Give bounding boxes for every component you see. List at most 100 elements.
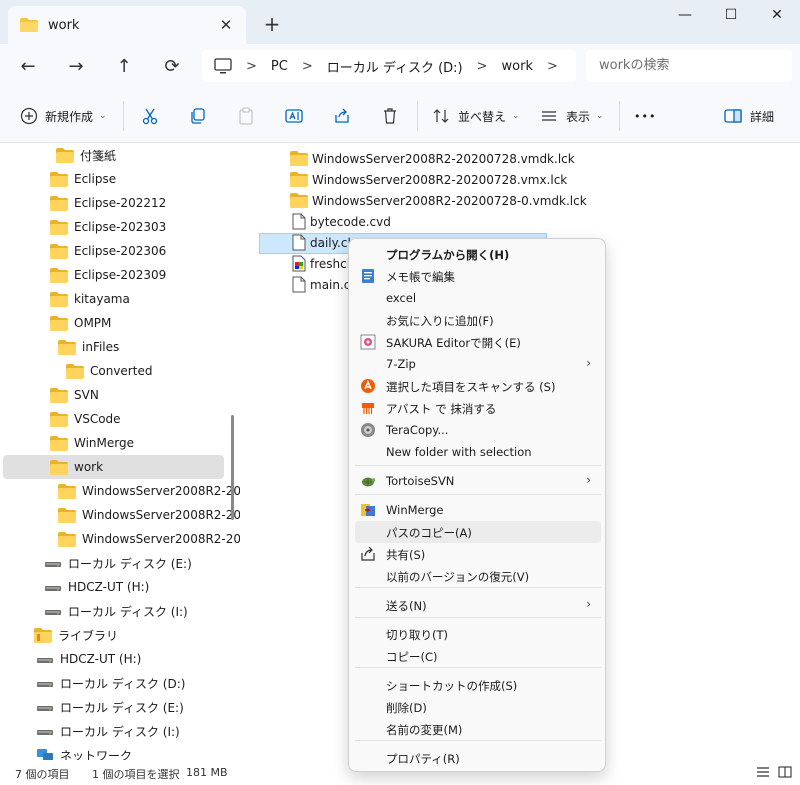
context-menu-item[interactable]: メモ帳で編集 <box>355 265 601 287</box>
sidebar-item[interactable]: Eclipse-202212 <box>50 191 166 215</box>
context-menu-item[interactable]: 削除(D) <box>355 696 601 718</box>
breadcrumb-work[interactable]: work <box>502 59 533 74</box>
context-menu-item[interactable]: 名前の変更(M) <box>355 718 601 740</box>
context-menu-item[interactable]: パスのコピー(A) <box>355 521 601 543</box>
sidebar-item[interactable]: Eclipse-202309 <box>50 263 166 287</box>
context-menu-item[interactable]: プログラムから開く(H) <box>355 243 601 265</box>
sidebar-item[interactable]: ローカル ディスク (E:) <box>36 695 184 719</box>
details-view-icon[interactable] <box>756 766 770 778</box>
context-menu: プログラムから開く(H) メモ帳で編集 excel お気に入りに追加(F) SAKURA… <box>348 238 606 772</box>
sidebar-item[interactable]: 付箋紙 <box>56 143 116 167</box>
search-input[interactable]: workの検索 <box>586 50 792 82</box>
plus-circle-icon <box>20 107 38 125</box>
context-menu-item[interactable]: 切り取り(T) <box>355 623 601 645</box>
sidebar-item[interactable]: ローカル ディスク (I:) <box>44 599 188 623</box>
context-menu-item[interactable]: 7-Zip › <box>355 353 601 375</box>
maximize-button[interactable]: ☐ <box>708 0 754 32</box>
new-button[interactable]: 新規作成 ⌄ <box>20 103 107 129</box>
context-menu-item[interactable]: excel <box>355 287 601 309</box>
sidebar-item[interactable]: kitayama <box>50 287 130 311</box>
sidebar-item[interactable]: Eclipse-202306 <box>50 239 166 263</box>
paste-button[interactable] <box>234 104 258 128</box>
up-button[interactable]: ↑ <box>109 52 139 82</box>
context-menu-item[interactable]: 送る(N) › <box>355 594 601 616</box>
folder-icon <box>50 459 68 475</box>
sidebar-item[interactable]: inFiles <box>58 335 119 359</box>
context-menu-item[interactable]: New folder with selection <box>355 441 601 463</box>
clipboard-icon <box>239 107 253 125</box>
tiles-view-icon[interactable] <box>778 766 792 778</box>
view-button[interactable]: 表示 ⌄ <box>540 103 604 129</box>
context-menu-item[interactable]: ショートカットの作成(S) <box>355 674 601 696</box>
file-row[interactable]: bytecode.cvd <box>292 211 391 232</box>
sidebar-item-label: Eclipse-202303 <box>74 220 167 234</box>
sidebar-item-label: inFiles <box>82 340 120 354</box>
forward-button[interactable]: → <box>61 52 91 82</box>
sidebar-item[interactable]: work <box>50 455 103 479</box>
context-menu-item[interactable]: TortoiseSVN › <box>355 470 601 492</box>
more-options-button[interactable]: ••• <box>634 103 656 129</box>
file-name: WindowsServer2008R2-20200728.vmx.lck <box>312 172 568 187</box>
sidebar-item[interactable]: OMPM <box>50 311 111 335</box>
drive-icon <box>44 604 62 619</box>
delete-button[interactable] <box>378 104 402 128</box>
folder-icon <box>58 483 76 499</box>
folder-icon <box>58 339 76 355</box>
folder-icon <box>58 531 76 547</box>
breadcrumb-pc[interactable]: PC <box>271 59 288 74</box>
sidebar-item[interactable]: ローカル ディスク (I:) <box>36 719 180 743</box>
rename-button[interactable] <box>282 104 306 128</box>
tab-work[interactable]: work ✕ <box>8 6 246 44</box>
file-row[interactable]: WindowsServer2008R2-20200728.vmx.lck <box>290 169 567 190</box>
context-menu-item[interactable]: 選択した項目をスキャンする (S) <box>355 375 601 397</box>
sidebar-item[interactable]: ローカル ディスク (E:) <box>44 551 192 575</box>
sidebar-item[interactable]: VSCode <box>50 407 121 431</box>
sidebar-item[interactable]: ライブラリ <box>34 623 118 647</box>
context-menu-item[interactable]: 共有(S) <box>355 543 601 565</box>
sidebar-scrollbar[interactable] <box>231 415 234 520</box>
context-menu-item[interactable]: SAKURA Editorで開く(E) <box>355 331 601 353</box>
sidebar-item[interactable]: Converted <box>66 359 152 383</box>
context-menu-label: 共有(S) <box>386 548 426 562</box>
chevron-down-icon: ⌄ <box>99 111 107 121</box>
context-menu-label: SAKURA Editorで開く(E) <box>386 336 521 350</box>
folder-icon <box>66 363 84 379</box>
sidebar-item[interactable]: SVN <box>50 383 99 407</box>
share-button[interactable] <box>330 104 354 128</box>
minimize-button[interactable]: — <box>662 0 708 32</box>
back-button[interactable]: ← <box>13 52 43 82</box>
sidebar-item[interactable]: Eclipse-202303 <box>50 215 166 239</box>
context-menu-item[interactable]: WinMerge <box>355 499 601 521</box>
file-row[interactable]: WindowsServer2008R2-20200728.vmdk.lck <box>290 148 575 169</box>
sort-button[interactable]: 並べ替え ⌄ <box>432 103 520 129</box>
context-menu-item[interactable]: コピー(C) <box>355 645 601 667</box>
context-menu-item[interactable]: アバスト で 抹消する <box>355 397 601 419</box>
breadcrumb-drive-d[interactable]: ローカル ディスク (D:) <box>327 57 463 76</box>
copy-button[interactable] <box>186 104 210 128</box>
refresh-button[interactable]: ⟳ <box>157 52 187 82</box>
sidebar-item[interactable]: Eclipse <box>50 167 116 191</box>
sidebar-item[interactable]: ネットワーク <box>36 743 132 760</box>
context-menu-item[interactable]: お気に入りに追加(F) <box>355 309 601 331</box>
sidebar-item[interactable]: ローカル ディスク (D:) <box>36 671 185 695</box>
new-tab-button[interactable]: + <box>260 12 284 36</box>
sidebar-item[interactable]: WindowsServer2008R2-2020 <box>58 503 240 527</box>
context-menu-label: 以前のバージョンの復元(V) <box>386 570 530 584</box>
close-window-button[interactable]: ✕ <box>754 0 800 32</box>
details-pane-button[interactable]: 詳細 <box>724 103 774 129</box>
menu-separator <box>355 667 601 668</box>
sidebar-item[interactable]: WindowsServer2008R2-2020 <box>58 479 240 503</box>
cut-button[interactable] <box>138 104 162 128</box>
address-bar[interactable]: > PC > ローカル ディスク (D:) > work > <box>202 50 576 82</box>
context-menu-item[interactable]: TeraCopy... <box>355 419 601 441</box>
sidebar-item[interactable]: WindowsServer2008R2-2020 <box>58 527 240 551</box>
tab-close-button[interactable]: ✕ <box>216 15 236 35</box>
sidebar-item[interactable]: HDCZ-UT (H:) <box>44 575 149 599</box>
context-menu-item[interactable]: プロパティ(R) <box>355 747 601 769</box>
sidebar-item-label: WindowsServer2008R2-2020 <box>82 484 240 498</box>
file-row[interactable]: WindowsServer2008R2-20200728-0.vmdk.lck <box>290 190 587 211</box>
context-menu-item[interactable]: 以前のバージョンの復元(V) <box>355 565 601 587</box>
sidebar-item[interactable]: HDCZ-UT (H:) <box>36 647 141 671</box>
folder-icon <box>58 507 76 523</box>
sidebar-item[interactable]: WinMerge <box>50 431 134 455</box>
